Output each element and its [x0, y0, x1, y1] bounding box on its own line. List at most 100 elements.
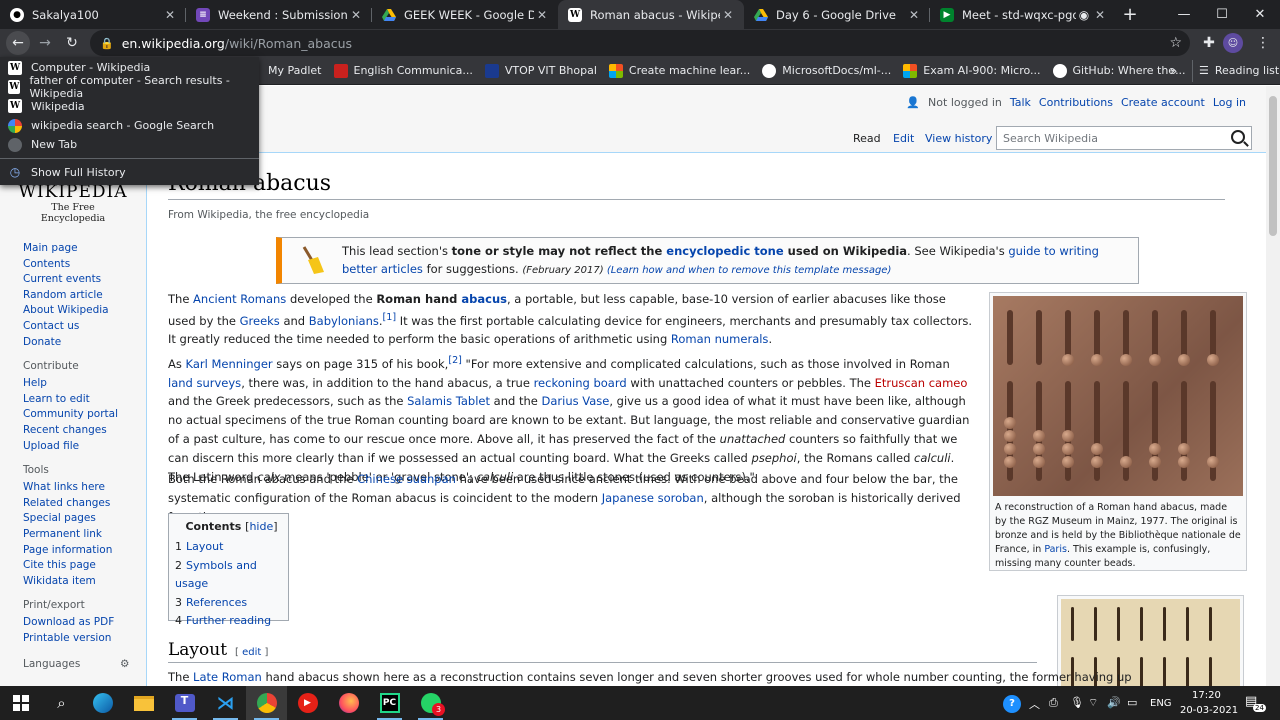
learn-remove-link[interactable]: (Learn how and when to remove this templ…: [607, 265, 892, 276]
tab-roman-abacus[interactable]: W Roman abacus - Wikipedia ✕: [558, 0, 744, 29]
pycharm-icon[interactable]: PC: [369, 686, 410, 720]
menu-icon[interactable]: ⋮: [1250, 31, 1276, 55]
paris-link[interactable]: Paris: [1044, 544, 1067, 555]
link[interactable]: Japanese soroban: [602, 491, 704, 505]
clock-date[interactable]: 20-03-2021: [1180, 705, 1238, 716]
toc-item[interactable]: 3 References: [175, 594, 288, 613]
show-full-history[interactable]: ◷ Show Full History: [0, 162, 259, 181]
bookmark-microsoftdocs[interactable]: MicrosoftDocs/ml-...: [756, 60, 897, 82]
sidebar-item[interactable]: Contents: [23, 257, 143, 273]
tab-meet[interactable]: ▶ Meet - std-wqxc-pgo ◉ ✕: [930, 0, 1116, 29]
scrollbar-thumb[interactable]: [1269, 96, 1277, 236]
link[interactable]: Greeks: [240, 314, 280, 328]
tab-edit[interactable]: Edit: [893, 132, 914, 145]
close-icon[interactable]: ✕: [162, 8, 178, 22]
sidebar-item[interactable]: About Wikipedia: [23, 303, 143, 319]
link[interactable]: land surveys: [168, 376, 241, 390]
tab-forms[interactable]: ≡ Weekend : Submission Form ✕: [186, 0, 372, 29]
maximize-button[interactable]: ☐: [1203, 0, 1241, 29]
contributions-link[interactable]: Contributions: [1039, 96, 1113, 109]
sidebar-item[interactable]: Recent changes: [23, 423, 143, 439]
sidebar-item[interactable]: Help: [23, 376, 143, 392]
windows-start-icon[interactable]: [0, 686, 41, 720]
more-bookmarks-icon[interactable]: »: [1170, 64, 1177, 78]
reading-list-button[interactable]: ☰ Reading list: [1192, 59, 1280, 82]
bookmark-exam-ai900[interactable]: Exam AI-900: Micro...: [897, 60, 1046, 82]
sidebar-item[interactable]: Wikidata item: [23, 574, 143, 590]
history-item[interactable]: Wfather of computer - Search results - W…: [0, 74, 259, 100]
link[interactable]: Salamis Tablet: [407, 394, 490, 408]
new-tab-button[interactable]: +: [1116, 0, 1144, 29]
bookmark-vtop[interactable]: VTOP VIT Bhopal: [479, 60, 603, 82]
toc-item[interactable]: 2 Symbols and usage: [175, 557, 288, 594]
sidebar-item[interactable]: Learn to edit: [23, 392, 143, 408]
toc-link[interactable]: References: [186, 596, 247, 609]
create-account-link[interactable]: Create account: [1121, 96, 1205, 109]
section-edit-link[interactable]: edit: [242, 647, 261, 658]
sidebar-item[interactable]: Donate: [23, 335, 143, 351]
address-bar[interactable]: 🔒 en.wikipedia.org/wiki/Roman_abacus ☆: [90, 30, 1190, 56]
close-icon[interactable]: ✕: [1092, 8, 1108, 22]
wifi-icon[interactable]: ⌔: [1088, 696, 1098, 710]
teams-icon[interactable]: T: [164, 686, 205, 720]
history-item[interactable]: wikipedia search - Google Search: [0, 116, 259, 135]
toc-link[interactable]: Symbols and usage: [175, 559, 257, 591]
citation[interactable]: [2]: [448, 355, 462, 366]
sidebar-item[interactable]: Upload file: [23, 439, 143, 455]
file-explorer-icon[interactable]: [123, 686, 164, 720]
toc-link[interactable]: Further reading: [186, 614, 271, 627]
search-icon[interactable]: ⌕: [41, 686, 82, 720]
sidebar-item[interactable]: Related changes: [23, 496, 143, 512]
close-window-button[interactable]: ✕: [1241, 0, 1279, 29]
page-scrollbar[interactable]: [1266, 86, 1280, 686]
sidebar-item[interactable]: Current events: [23, 272, 143, 288]
clock-time[interactable]: 17:20: [1192, 690, 1221, 701]
toc-link[interactable]: Layout: [186, 540, 223, 553]
sidebar-item[interactable]: Printable version: [23, 631, 143, 647]
talk-link[interactable]: Talk: [1010, 96, 1031, 109]
sidebar-item[interactable]: Special pages: [23, 511, 143, 527]
abacus-photo[interactable]: [993, 296, 1243, 496]
link[interactable]: Chinese suanpan: [357, 472, 456, 486]
sidebar-item[interactable]: Random article: [23, 288, 143, 304]
tab-view-history[interactable]: View history: [925, 132, 992, 145]
close-icon[interactable]: ✕: [906, 8, 922, 22]
whatsapp-icon[interactable]: 3: [410, 686, 451, 720]
link[interactable]: Babylonians: [309, 314, 379, 328]
close-icon[interactable]: ✕: [348, 8, 364, 22]
bookmark-english[interactable]: English Communica...: [328, 60, 479, 82]
tab-day6-drive[interactable]: Day 6 - Google Drive ✕: [744, 0, 930, 29]
battery-icon[interactable]: ▭: [1127, 696, 1137, 709]
chevron-up-icon[interactable]: ︿: [1029, 696, 1040, 712]
sidebar-item[interactable]: What links here: [23, 480, 143, 496]
link[interactable]: Karl Menninger: [186, 357, 273, 371]
history-item[interactable]: New Tab: [0, 135, 259, 154]
extensions-icon[interactable]: ✚: [1196, 31, 1222, 55]
sidebar-item[interactable]: Community portal: [23, 407, 143, 423]
tab-geek-week-drive[interactable]: GEEK WEEK - Google Drive ✕: [372, 0, 558, 29]
login-link[interactable]: Log in: [1213, 96, 1246, 109]
sidebar-item[interactable]: Main page: [23, 241, 143, 257]
link[interactable]: Roman numerals: [671, 332, 769, 346]
toc-item[interactable]: 1 Layout: [175, 538, 288, 557]
back-button[interactable]: ←: [6, 31, 30, 55]
bookmark-create-ml[interactable]: Create machine lear...: [603, 60, 756, 82]
vscode-icon[interactable]: ⋊: [205, 686, 246, 720]
sidebar-item[interactable]: Page information: [23, 543, 143, 559]
toc-hide[interactable]: hide: [249, 520, 273, 533]
sidebar-item[interactable]: Permanent link: [23, 527, 143, 543]
star-icon[interactable]: ☆: [1169, 35, 1182, 51]
tab-read[interactable]: Read: [853, 132, 881, 145]
sidebar-item[interactable]: Cite this page: [23, 558, 143, 574]
chrome-icon[interactable]: [246, 686, 287, 720]
gear-icon[interactable]: ⚙: [120, 658, 129, 670]
bookmark-my-padlet[interactable]: My Padlet: [262, 60, 328, 82]
profile-avatar[interactable]: ☺: [1223, 33, 1243, 53]
volume-icon[interactable]: 🔊: [1107, 696, 1121, 709]
toc-item[interactable]: 4 Further reading: [175, 612, 288, 631]
language-indicator[interactable]: ENG: [1150, 698, 1172, 709]
network-device-icon[interactable]: ⎙: [1049, 696, 1058, 710]
edge-icon[interactable]: [82, 686, 123, 720]
link[interactable]: Darius Vase: [542, 394, 610, 408]
minimize-button[interactable]: —: [1165, 0, 1203, 29]
